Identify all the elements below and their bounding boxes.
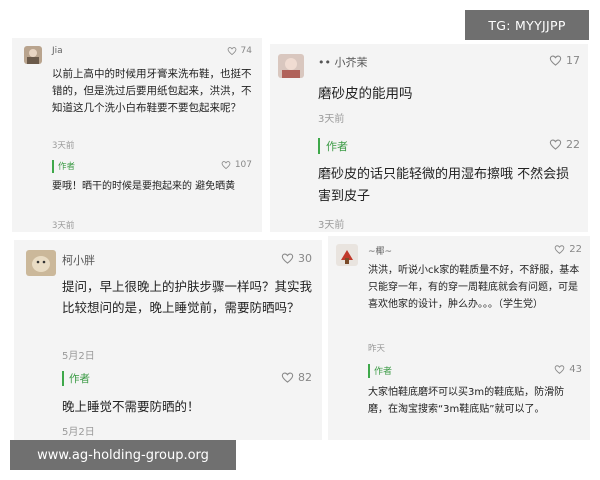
watermark-overlay: www.ag-holding-group.org	[10, 440, 236, 470]
reply-indicator	[62, 371, 64, 386]
heart-icon	[549, 54, 562, 67]
comment-date: 3天前	[318, 114, 345, 125]
heart-icon	[221, 160, 231, 170]
reply-indicator	[318, 138, 320, 154]
username[interactable]: Jia	[52, 46, 63, 56]
heart-icon	[281, 371, 294, 384]
comment-date: 3天前	[52, 141, 75, 151]
like-button[interactable]: 30	[281, 252, 312, 265]
reply-like-button[interactable]: 22	[549, 138, 580, 151]
heart-icon	[549, 138, 562, 151]
comment-date: 5月2日	[62, 351, 95, 362]
reply-date: 3天前	[52, 221, 75, 231]
comment-text: 提问，早上很晚上的护肤步骤一样吗？其实我比较想问的是，晚上睡觉前，需要防晒吗？	[62, 279, 313, 315]
reply-text: 磨砂皮的话只能轻微的用湿布擦哦 不然会损害到皮子	[318, 167, 570, 204]
comment-date: 昨天	[368, 344, 386, 354]
username[interactable]: •• 小芥茉	[318, 54, 367, 70]
avatar[interactable]	[278, 54, 304, 78]
comment-card: 柯小胖 30 提问，早上很晚上的护肤步骤一样吗？其实我比较想问的是，晚上睡觉前，…	[14, 240, 322, 440]
reply-like-count: 82	[298, 371, 312, 384]
comment-text: 磨砂皮的能用吗	[318, 86, 413, 102]
reply-like-button[interactable]: 43	[554, 364, 582, 375]
comment-card: •• 小芥茉 17 磨砂皮的能用吗 3天前 作者 22 磨砂皮的话只能轻微的用湿…	[270, 44, 588, 232]
heart-icon	[554, 364, 565, 375]
like-count: 22	[569, 244, 582, 255]
like-count: 74	[240, 46, 252, 56]
reply-like-button[interactable]: 107	[221, 160, 252, 170]
heart-icon	[281, 252, 294, 265]
reply-text: 要哦！晒干的时候是要抱起来的 避免晒黄	[52, 181, 236, 192]
reply-text: 大家怕鞋底磨坏可以买3m的鞋底贴，防滑防磨，在淘宝搜索“3m鞋底贴”就可以了。	[368, 387, 565, 415]
reply-like-count: 43	[569, 364, 582, 375]
reply-text: 晚上睡觉不需要防晒的！	[62, 399, 200, 414]
avatar[interactable]	[26, 250, 56, 276]
heart-icon	[554, 244, 565, 255]
username-text: 小芥茉	[334, 56, 368, 69]
heart-icon	[227, 46, 237, 56]
comment-text: 洪洪，听说小ck家的鞋质量不好，不舒服，基本只能穿一年，有的穿一周鞋底就会有问题…	[368, 265, 580, 310]
tg-label-overlay: TG: MYYJJPP	[465, 10, 589, 40]
comment-text: 以前上高中的时候用牙膏来洗布鞋，也挺不错的，但是洗过后要用纸包起来，洪洪，不知道…	[52, 68, 252, 114]
reply-date: 3天前	[318, 220, 345, 231]
reply-like-button[interactable]: 82	[281, 371, 312, 384]
author-label: 作者	[326, 140, 348, 153]
author-label: 作者	[374, 367, 393, 377]
avatar[interactable]	[336, 244, 358, 266]
reply-like-count: 22	[566, 138, 580, 151]
comment-card: Jia 74 以前上高中的时候用牙膏来洗布鞋，也挺不错的，但是洗过后要用纸包起来…	[12, 38, 262, 232]
like-button[interactable]: 74	[227, 46, 252, 56]
reply-indicator	[368, 364, 370, 378]
like-button[interactable]: 22	[554, 244, 582, 255]
like-button[interactable]: 17	[549, 54, 580, 67]
reply-like-count: 107	[234, 160, 252, 170]
username[interactable]: 柯小胖	[62, 252, 95, 268]
comment-card: ~椰~ 22 洪洪，听说小ck家的鞋质量不好，不舒服，基本只能穿一年，有的穿一周…	[328, 236, 590, 440]
username-prefix: ••	[318, 56, 331, 69]
author-label: 作者	[58, 162, 76, 172]
like-count: 30	[298, 252, 312, 265]
author-label: 作者	[69, 373, 90, 385]
avatar[interactable]	[24, 46, 42, 64]
like-count: 17	[566, 54, 580, 67]
reply-indicator	[52, 160, 54, 173]
username[interactable]: ~椰~	[368, 244, 392, 257]
reply-date: 5月2日	[62, 427, 95, 438]
